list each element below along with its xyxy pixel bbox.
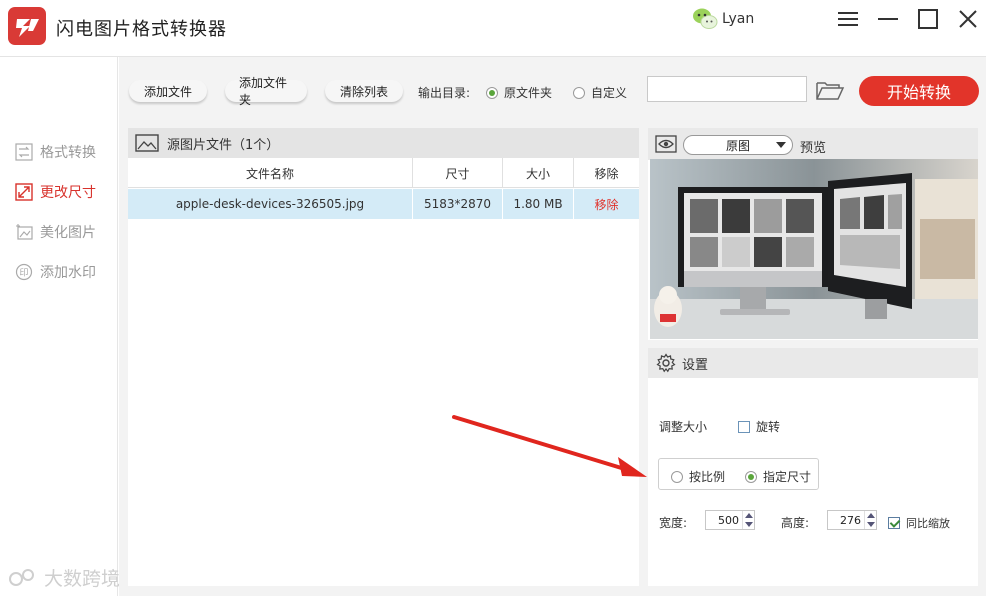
watermark-icon: 印 (14, 262, 34, 282)
checkbox-box (738, 420, 750, 433)
chevron-down-icon (776, 142, 786, 148)
width-value: 500 (718, 513, 739, 527)
column-header: 移除 (594, 166, 619, 181)
sidebar-item-label: 美化图片 (40, 225, 96, 241)
sidebar-item-label: 添加水印 (40, 265, 96, 281)
source-watermark: 大数跨境 (8, 564, 120, 591)
preview-header: 原图 预览 (648, 128, 978, 160)
table-row[interactable]: apple-desk-devices-326505.jpg 5183*2870 … (128, 189, 639, 219)
sidebar: 格式转换 更改尺寸 美化图片 印 添加水印 (0, 57, 118, 596)
title-bar: 闪电图片格式转换器 Lyan (0, 0, 986, 57)
preview-panel: 原图 预览 (648, 128, 978, 340)
convert-icon (14, 142, 34, 162)
radio-label: 指定尺寸 (763, 470, 812, 484)
user-name: Lyan (722, 11, 755, 27)
checkbox-label: 同比缩放 (906, 517, 950, 530)
resize-icon (14, 182, 34, 202)
radio-dot (486, 86, 498, 99)
keep-ratio-checkbox[interactable]: 同比缩放 (888, 515, 950, 531)
beautify-icon (14, 222, 34, 242)
sidebar-item-watermark[interactable]: 印 添加水印 (14, 261, 96, 283)
sidebar-item-label: 格式转换 (40, 145, 96, 161)
add-file-button[interactable]: 添加文件 (129, 80, 207, 102)
sidebar-item-resize[interactable]: 更改尺寸 (14, 181, 96, 203)
column-header: 大小 (503, 158, 574, 188)
open-folder-icon[interactable] (815, 79, 845, 101)
settings-header: 设置 (648, 348, 978, 378)
checkbox-box (888, 517, 900, 529)
app-logo-icon (8, 7, 46, 45)
preview-image (650, 159, 978, 339)
watermark-logo-icon (9, 568, 34, 586)
output-original-radio[interactable]: 原文件夹 (486, 84, 552, 101)
add-folder-button[interactable]: 添加文件夹 (225, 76, 307, 107)
radio-dot (745, 470, 757, 483)
height-stepper[interactable]: 276 (827, 510, 877, 530)
image-icon (135, 134, 159, 152)
file-list-title: 源图片文件（1个） (167, 137, 280, 153)
rotate-checkbox[interactable]: 旋转 (738, 418, 780, 435)
output-dir-label: 输出目录: (418, 86, 471, 100)
width-stepper[interactable]: 500 (705, 510, 755, 530)
column-header: 文件名称 (128, 158, 413, 188)
minimize-icon[interactable] (877, 8, 899, 30)
eye-icon (655, 135, 677, 153)
menu-icon[interactable] (837, 8, 859, 30)
radio-dot (671, 470, 683, 483)
radio-dot (573, 86, 585, 99)
gear-icon (656, 353, 676, 373)
height-value: 276 (840, 513, 861, 527)
preview-label: 预览 (800, 141, 827, 156)
watermark-text: 大数跨境 (44, 568, 121, 590)
size-cell: 1.80 MB (503, 189, 574, 219)
user-account[interactable]: Lyan (692, 4, 754, 34)
resize-label: 调整大小 (659, 420, 708, 434)
sidebar-item-label: 更改尺寸 (40, 185, 96, 201)
close-icon[interactable] (957, 8, 979, 30)
preview-mode-value: 原图 (725, 138, 750, 153)
table-header: 文件名称 尺寸 大小 移除 (128, 158, 639, 188)
output-path-input[interactable] (647, 76, 807, 102)
stepper-arrows[interactable] (864, 511, 876, 529)
column-header: 尺寸 (413, 158, 503, 188)
maximize-icon[interactable] (917, 8, 939, 30)
dimensions-cell: 5183*2870 (413, 189, 503, 219)
height-label: 高度: (781, 516, 810, 530)
settings-panel: 设置 调整大小 旋转 按比例 指定尺寸 宽度: 500 高度: 276 同比缩放 (648, 348, 978, 586)
remove-button[interactable]: 移除 (574, 189, 639, 219)
sidebar-item-beautify[interactable]: 美化图片 (14, 221, 96, 243)
width-label: 宽度: (659, 516, 688, 530)
arrow-up-icon[interactable] (866, 513, 875, 518)
file-list-panel: 源图片文件（1个） 文件名称 尺寸 大小 移除 apple-desk-devic… (128, 128, 639, 586)
clear-list-button[interactable]: 清除列表 (325, 80, 403, 102)
radio-label: 原文件夹 (504, 86, 553, 100)
preview-mode-select[interactable]: 原图 (683, 135, 793, 155)
file-list-header: 源图片文件（1个） (128, 128, 639, 158)
arrow-down-icon[interactable] (866, 522, 875, 527)
arrow-up-icon[interactable] (744, 513, 753, 518)
radio-label: 自定义 (591, 86, 628, 100)
checkbox-label: 旋转 (756, 420, 781, 434)
radio-label: 按比例 (689, 470, 726, 484)
by-ratio-radio[interactable]: 按比例 (671, 468, 725, 485)
wechat-icon (692, 6, 718, 32)
sidebar-item-format-convert[interactable]: 格式转换 (14, 141, 96, 163)
settings-title: 设置 (682, 357, 709, 373)
output-custom-radio[interactable]: 自定义 (573, 84, 627, 101)
stepper-arrows[interactable] (742, 511, 754, 529)
by-size-radio[interactable]: 指定尺寸 (745, 468, 811, 485)
arrow-down-icon[interactable] (744, 522, 753, 527)
app-title: 闪电图片格式转换器 (56, 19, 227, 40)
resize-mode-group: 按比例 指定尺寸 (658, 458, 819, 490)
start-convert-button[interactable]: 开始转换 (859, 76, 979, 106)
svg-text:印: 印 (19, 267, 28, 279)
file-name-cell: apple-desk-devices-326505.jpg (128, 189, 413, 219)
